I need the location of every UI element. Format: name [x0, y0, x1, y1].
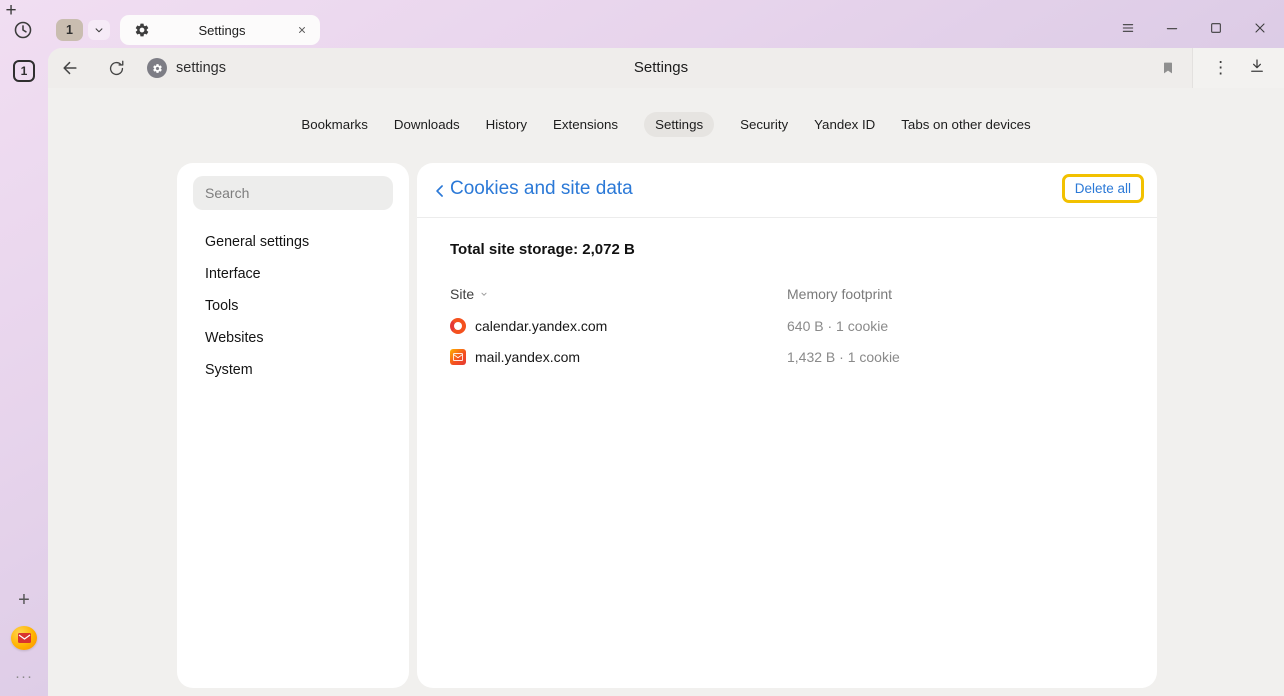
memory-value: 640 B · 1 cookie [787, 318, 888, 334]
column-site-label[interactable]: Site [450, 286, 474, 302]
settings-content: Bookmarks Downloads History Extensions S… [48, 88, 1284, 696]
history-clock-icon[interactable] [12, 19, 34, 41]
site-name: mail.yandex.com [475, 349, 580, 365]
mail-favicon [450, 349, 466, 365]
back-icon[interactable] [60, 58, 80, 78]
settings-sidebar-card: General settings Interface Tools Website… [177, 163, 409, 688]
reload-icon[interactable] [106, 58, 126, 78]
cookies-panel-body: Total site storage: 2,072 B Site Memory … [417, 218, 1157, 372]
nav-downloads[interactable]: Downloads [394, 112, 460, 137]
nav-bookmarks[interactable]: Bookmarks [301, 112, 368, 137]
nav-settings[interactable]: Settings [644, 112, 714, 137]
side-strip: 1 + ··· [0, 48, 48, 696]
nav-yandex-id[interactable]: Yandex ID [814, 112, 875, 137]
panel-title[interactable]: Cookies and site data [450, 178, 633, 200]
table-row[interactable]: mail.yandex.com 1,432 B · 1 cookie [450, 341, 1141, 372]
tab-settings[interactable]: Settings [120, 15, 320, 45]
table-header: Site Memory footprint [450, 284, 1141, 304]
more-icon[interactable]: ··· [10, 669, 38, 685]
sort-chevron-icon[interactable] [479, 286, 489, 302]
sidebar-item-tools[interactable]: Tools [193, 290, 393, 322]
sidebar-item-websites[interactable]: Websites [193, 322, 393, 354]
total-storage-text: Total site storage: 2,072 B [450, 240, 1141, 260]
download-icon[interactable] [1248, 57, 1266, 80]
bookmark-icon[interactable] [1159, 59, 1177, 77]
site-favicon [147, 58, 167, 78]
nav-extensions[interactable]: Extensions [553, 112, 618, 137]
sidebar-tab-count-button[interactable]: 1 [13, 60, 35, 82]
browser-page: settings Settings ⋮ Bookmarks Downloads … [48, 48, 1284, 696]
settings-nav: Bookmarks Downloads History Extensions S… [48, 112, 1284, 137]
cookies-panel: Cookies and site data Delete all Total s… [417, 163, 1157, 688]
tab-bar: 1 Settings + [0, 0, 1284, 48]
nav-history[interactable]: History [486, 112, 527, 137]
kebab-menu-icon[interactable]: ⋮ [1211, 58, 1231, 78]
site-name: calendar.yandex.com [475, 318, 607, 334]
browser-window: 1 Settings + [0, 0, 1284, 696]
gear-icon [134, 22, 150, 38]
nav-security[interactable]: Security [740, 112, 788, 137]
menu-icon[interactable] [1116, 16, 1140, 40]
nav-tabs-other-devices[interactable]: Tabs on other devices [901, 112, 1030, 137]
toolbar-page-title: Settings [634, 48, 688, 88]
sidebar-item-general-settings[interactable]: General settings [193, 226, 393, 258]
search-input[interactable] [193, 176, 393, 210]
sidebar-plus-icon[interactable]: + [13, 589, 35, 611]
tab-counter-button[interactable]: 1 [56, 19, 83, 41]
close-tab-icon[interactable] [294, 22, 310, 38]
window-controls [1116, 16, 1272, 40]
address-text[interactable]: settings [176, 48, 226, 88]
chevron-down-icon[interactable] [88, 20, 110, 40]
close-window-icon[interactable] [1248, 16, 1272, 40]
back-chevron-icon[interactable] [430, 181, 450, 201]
maximize-icon[interactable] [1204, 16, 1228, 40]
table-row[interactable]: calendar.yandex.com 640 B · 1 cookie [450, 310, 1141, 341]
toolbar-right-group: ⋮ [1192, 48, 1284, 88]
minimize-icon[interactable] [1160, 16, 1184, 40]
toolbar: settings Settings ⋮ [48, 48, 1284, 88]
delete-all-button[interactable]: Delete all [1062, 174, 1144, 203]
sidebar-item-system[interactable]: System [193, 354, 393, 386]
memory-value: 1,432 B · 1 cookie [787, 349, 900, 365]
sidebar-item-interface[interactable]: Interface [193, 258, 393, 290]
yandex-mail-icon[interactable] [11, 626, 37, 650]
column-memory-label: Memory footprint [787, 286, 892, 302]
settings-menu: General settings Interface Tools Website… [193, 226, 393, 386]
cookies-panel-header: Cookies and site data Delete all [417, 163, 1157, 218]
tab-title: Settings [150, 23, 294, 38]
calendar-favicon [450, 318, 466, 334]
mail-blob [11, 626, 37, 650]
